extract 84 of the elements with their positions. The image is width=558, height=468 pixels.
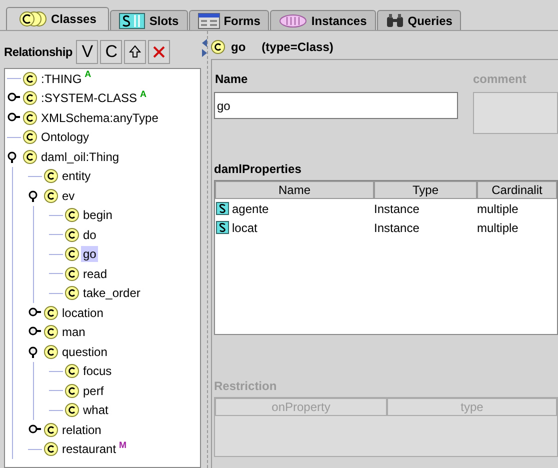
tree-item[interactable]: XMLSchema:anyType bbox=[39, 110, 160, 126]
class-icon bbox=[23, 130, 37, 144]
collapsed-handle-icon[interactable] bbox=[7, 112, 21, 124]
tree-item[interactable]: man bbox=[60, 324, 88, 340]
form-icon bbox=[198, 12, 220, 28]
tree-item[interactable]: daml_oil:Thing bbox=[39, 148, 122, 165]
tree-item[interactable]: take_order bbox=[81, 285, 142, 302]
table-cell-text: multiple bbox=[477, 220, 518, 236]
column-header[interactable]: Type bbox=[374, 181, 477, 199]
class-icon bbox=[65, 384, 79, 398]
table-cell-text: agente bbox=[232, 200, 269, 218]
table-cell-text: multiple bbox=[477, 200, 518, 218]
tree-item[interactable]: :THING bbox=[39, 70, 84, 87]
table-cell-text: Instance bbox=[374, 200, 420, 218]
class-icon bbox=[23, 110, 37, 125]
column-header[interactable]: Cardinalit bbox=[477, 181, 557, 199]
tree-item[interactable]: relation bbox=[60, 422, 104, 438]
class-icon bbox=[44, 442, 58, 456]
tree-item[interactable]: perf bbox=[81, 382, 106, 399]
class-icon bbox=[65, 266, 79, 281]
expand-right-icon[interactable] bbox=[202, 49, 207, 57]
slot-icon bbox=[216, 221, 229, 234]
section-title: damlProperties bbox=[214, 161, 302, 178]
column-header[interactable]: Name bbox=[215, 181, 374, 199]
slots-icon bbox=[119, 12, 146, 28]
class-icon bbox=[211, 40, 225, 54]
tree-item[interactable]: begin bbox=[81, 207, 114, 224]
class-icon bbox=[65, 247, 79, 262]
class-icon bbox=[44, 306, 58, 320]
instances-icon bbox=[279, 14, 308, 28]
class-icon bbox=[23, 150, 37, 164]
tab[interactable]: Forms bbox=[188, 10, 270, 30]
panel-title: Relationship bbox=[4, 44, 72, 61]
class-icon bbox=[44, 344, 58, 359]
class-icon bbox=[44, 188, 58, 203]
section-title: Restriction bbox=[214, 378, 278, 395]
class-icon bbox=[44, 422, 58, 437]
tree-item[interactable]: :SYSTEM-CLASS bbox=[39, 90, 140, 106]
tree-item[interactable]: go bbox=[81, 246, 98, 262]
tab[interactable]: Slots bbox=[110, 10, 188, 30]
name-field[interactable]: go bbox=[214, 92, 458, 119]
comment-field[interactable] bbox=[473, 92, 558, 134]
tree-item[interactable]: read bbox=[81, 266, 110, 282]
class-icon bbox=[44, 325, 58, 340]
tree-item[interactable]: question bbox=[60, 344, 110, 360]
collapsed-handle-icon[interactable] bbox=[28, 424, 42, 436]
toolbar-button[interactable] bbox=[124, 40, 146, 64]
tree-item[interactable]: restaurant bbox=[60, 441, 118, 458]
tab[interactable]: Queries bbox=[376, 10, 462, 30]
table-cell-text: Instance bbox=[374, 220, 420, 236]
tab[interactable]: Instances bbox=[270, 10, 376, 30]
collapsed-handle-icon[interactable] bbox=[28, 306, 42, 319]
class-icon bbox=[23, 91, 37, 106]
annotation-letter: M bbox=[119, 440, 127, 450]
class-icon bbox=[65, 286, 79, 300]
classes-icon bbox=[19, 11, 47, 27]
collapse-left-icon[interactable] bbox=[202, 39, 207, 47]
class-icon bbox=[65, 208, 79, 222]
class-type: (type=Class) bbox=[262, 38, 334, 56]
field-label: comment bbox=[473, 71, 528, 88]
tree-item[interactable]: focus bbox=[81, 363, 114, 380]
toolbar-button[interactable]: V bbox=[76, 40, 98, 64]
class-icon bbox=[65, 403, 79, 418]
slot-icon bbox=[216, 202, 229, 215]
class-icon bbox=[65, 364, 79, 378]
annotation-letter: A bbox=[84, 69, 92, 79]
class-icon bbox=[65, 228, 79, 242]
tree-item[interactable]: what bbox=[81, 402, 110, 418]
tree-item[interactable]: entity bbox=[60, 168, 93, 184]
class-name: go bbox=[231, 38, 246, 56]
class-icon bbox=[23, 72, 37, 86]
tree-item[interactable]: do bbox=[81, 226, 98, 243]
tab[interactable]: Classes bbox=[6, 7, 110, 30]
table-cell-text: locat bbox=[232, 220, 258, 236]
binoculars-icon bbox=[386, 14, 404, 28]
up-arrow-icon bbox=[129, 45, 142, 59]
toolbar-button[interactable]: C bbox=[100, 40, 122, 64]
tree-item[interactable]: ev bbox=[60, 188, 77, 204]
delete-icon bbox=[152, 45, 166, 59]
field-label: Name bbox=[214, 71, 249, 88]
annotation-letter: A bbox=[140, 88, 147, 98]
class-icon bbox=[44, 169, 58, 184]
tree-item[interactable]: Ontology bbox=[39, 129, 92, 146]
tree-item[interactable]: location bbox=[60, 304, 106, 321]
